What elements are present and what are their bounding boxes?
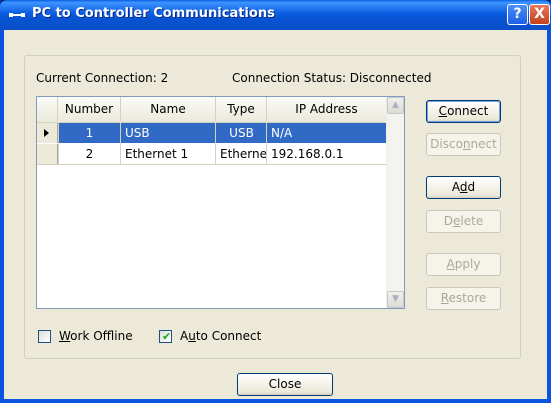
close-button[interactable]: Close — [237, 373, 333, 396]
cell-type: USB — [229, 126, 254, 140]
title-bar[interactable]: PC to Controller Communications ? X — [0, 0, 551, 30]
add-button[interactable]: Add — [426, 176, 501, 199]
close-window-button[interactable]: X — [529, 4, 550, 25]
help-button[interactable]: ? — [507, 4, 528, 25]
connection-status-label: Connection Status: Disconnected — [232, 71, 432, 85]
row-marker — [37, 123, 58, 143]
current-connection-label: Current Connection: 2 — [36, 71, 169, 85]
list-header: Number Name Type IP Address — [37, 97, 387, 123]
cell-name: Ethernet 1 — [125, 147, 189, 161]
cell-type: Ethernet — [220, 147, 267, 161]
column-divider — [58, 122, 59, 165]
window-title: PC to Controller Communications — [32, 6, 275, 21]
connect-button[interactable]: Connect — [426, 100, 501, 123]
auto-connect-label[interactable]: Auto Connect — [180, 329, 261, 343]
work-offline-checkbox[interactable] — [38, 330, 51, 343]
row-divider — [37, 164, 387, 165]
work-offline-label[interactable]: Work Offline — [59, 329, 133, 343]
table-row[interactable]: 2 Ethernet 1 Ethernet 192.168.0.1 — [37, 144, 387, 164]
column-divider — [215, 122, 216, 165]
column-header-ip-address[interactable]: IP Address — [267, 97, 387, 121]
auto-connect-checkbox[interactable]: ✔ — [159, 330, 172, 343]
current-row-arrow-icon — [44, 129, 49, 137]
cell-ip-address: 192.168.0.1 — [271, 147, 344, 161]
restore-button[interactable]: Restore — [426, 287, 501, 310]
column-header-name[interactable]: Name — [121, 97, 216, 121]
column-divider — [266, 122, 267, 165]
column-header-number[interactable]: Number — [58, 97, 121, 121]
row-marker — [37, 144, 58, 164]
cell-name: USB — [125, 126, 150, 140]
delete-button[interactable]: Delete — [426, 210, 501, 233]
table-row[interactable]: 1 USB USB N/A — [37, 123, 387, 143]
header-marker-column — [37, 97, 58, 121]
cell-number: 2 — [85, 147, 94, 161]
disconnect-button[interactable]: Disconnect — [426, 133, 501, 156]
scroll-down-icon[interactable]: ▼ — [387, 291, 404, 308]
window-border-right — [547, 30, 551, 403]
column-header-type[interactable]: Type — [216, 97, 267, 121]
connections-list[interactable]: Number Name Type IP Address 1 USB USB N/… — [36, 96, 405, 309]
vertical-scrollbar[interactable]: ▲ ▼ — [386, 97, 404, 308]
window-border-bottom — [0, 399, 551, 403]
column-divider — [120, 122, 121, 165]
cell-ip-address: N/A — [271, 126, 293, 140]
cell-number: 1 — [85, 126, 94, 140]
apply-button[interactable]: Apply — [426, 253, 501, 276]
app-icon — [9, 13, 25, 17]
checkmark-icon: ✔ — [162, 330, 172, 343]
scroll-up-icon[interactable]: ▲ — [387, 97, 404, 114]
